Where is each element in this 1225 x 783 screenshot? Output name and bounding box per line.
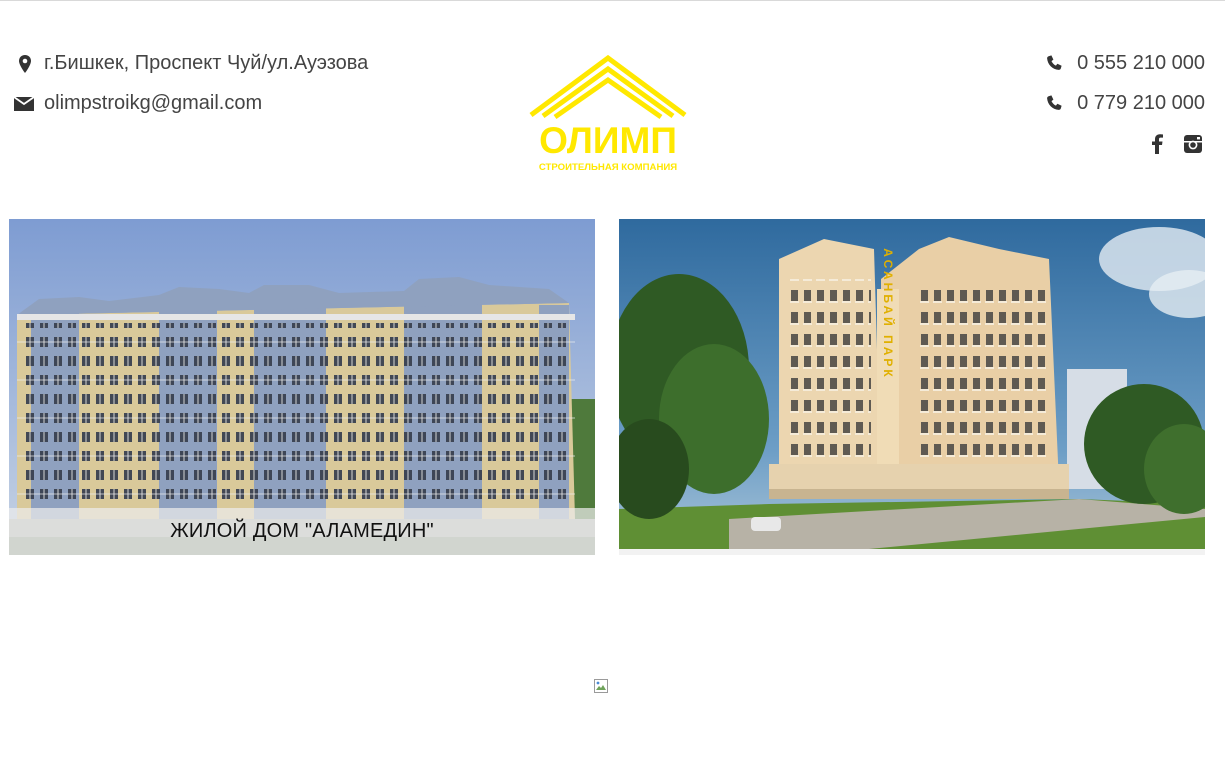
facebook-icon[interactable] [1147,134,1167,154]
phone-line-1[interactable]: 0 555 210 000 [1045,52,1205,75]
broken-image-icon [594,679,608,693]
phone-icon [1045,54,1063,74]
project-card-alamedin[interactable]: ЖИЛОЙ ДОМ "АЛАМЕДИН" [9,219,595,555]
building-sign-text: АСАНБАЙ ПАРК [881,248,896,379]
phone-text-1[interactable]: 0 555 210 000 [1077,52,1205,75]
project-image-asanbay-park: АСАНБАЙ ПАРК [619,219,1205,549]
email-line[interactable]: olimpstroikg@gmail.com [14,92,262,115]
project-caption-alamedin[interactable]: ЖИЛОЙ ДОМ "АЛАМЕДИН" [9,508,595,555]
phone-line-2[interactable]: 0 779 210 000 [1045,92,1205,115]
project-card-asanbay-park[interactable]: АСАНБАЙ ПАРК [619,219,1205,549]
envelope-icon [14,94,34,114]
address-text: г.Бишкек, Проспект Чуй/ул.Ауэзова [44,52,369,74]
social-links [1147,134,1203,154]
phone-text-2[interactable]: 0 779 210 000 [1077,92,1205,115]
top-divider [0,0,1225,1]
logo-tagline: СТРОИТЕЛЬНАЯ КОМПАНИЯ [539,162,677,173]
building-sign: АСАНБАЙ ПАРК [881,248,896,379]
map-marker-icon [16,54,34,74]
company-logo[interactable]: ОЛИМП СТРОИТЕЛЬНАЯ КОМПАНИЯ [527,54,689,175]
instagram-icon[interactable] [1183,134,1203,154]
phone-icon [1045,94,1063,114]
project-image-alamedin [9,219,595,555]
email-text[interactable]: olimpstroikg@gmail.com [44,92,262,115]
address-line: г.Бишкек, Проспект Чуй/ул.Ауэзова [16,52,368,75]
logo-name: ОЛИМП [539,120,677,161]
card-divider [619,549,1205,555]
